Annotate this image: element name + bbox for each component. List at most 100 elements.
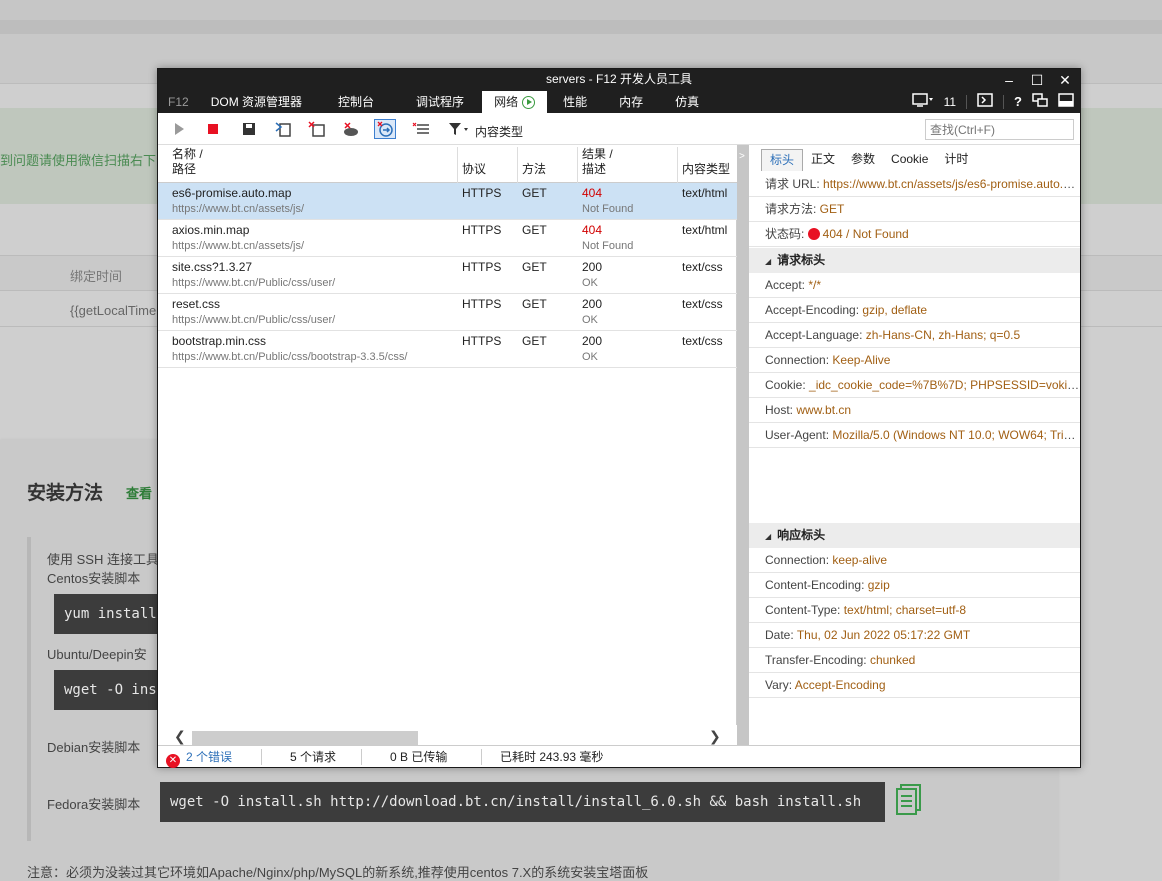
tab-body[interactable]: 正文 bbox=[803, 149, 843, 171]
fedora-command[interactable]: wget -O install.sh http://download.bt.cn… bbox=[160, 782, 885, 822]
bind-time-cell: {{getLocalTime bbox=[70, 303, 157, 318]
tab-headers[interactable]: 标头 bbox=[761, 149, 804, 171]
clear-icon[interactable] bbox=[306, 119, 328, 139]
header-key: Accept-Encoding: bbox=[765, 303, 863, 317]
devtools-window: servers - F12 开发人员工具 – ☐ ✕ F12 DOM 资源管理器… bbox=[157, 68, 1081, 768]
tab-params[interactable]: 参数 bbox=[843, 149, 883, 171]
device-icon[interactable] bbox=[911, 92, 934, 112]
header-row: Transfer-Encoding: chunked bbox=[749, 648, 1080, 673]
tab-timing[interactable]: 计时 bbox=[936, 149, 976, 171]
table-row[interactable]: reset.css https://www.bt.cn/Public/css/us… bbox=[158, 294, 737, 331]
col-protocol-label: 协议 bbox=[462, 162, 487, 176]
pane-splitter[interactable]: > bbox=[737, 145, 749, 745]
response-headers-section[interactable]: ◢ 响应标头 bbox=[749, 523, 1080, 548]
cell-result: 404 Not Found bbox=[582, 223, 676, 253]
copy-icon[interactable] bbox=[896, 784, 922, 816]
request-path: https://www.bt.cn/Public/css/bootstrap-3… bbox=[172, 351, 408, 363]
col-content-type[interactable]: 内容类型 bbox=[678, 147, 737, 183]
request-url-value: https://www.bt.cn/assets/js/es6-promise.… bbox=[823, 177, 1080, 191]
elapsed-time: 已耗时 243.93 毫秒 bbox=[500, 750, 604, 764]
header-row: Host: www.bt.cn bbox=[749, 398, 1080, 423]
tab-f12[interactable]: F12 bbox=[158, 91, 199, 113]
errors-link[interactable]: ✕ 2 个错误 bbox=[166, 746, 232, 768]
cell-result: 200 OK bbox=[582, 260, 676, 290]
request-table: 名称 / 路径 协议 方法 结果 / 描述 内容类型 es6-promise.a… bbox=[158, 145, 737, 745]
details-pane: 标头 正文 参数 Cookie 计时 请求 URL: https://www.b… bbox=[749, 145, 1080, 745]
cell-content-type: text/html bbox=[682, 186, 728, 200]
maximize-button[interactable]: ☐ bbox=[1024, 71, 1050, 89]
tab-emulation[interactable]: 仿真 bbox=[659, 91, 715, 113]
col-protocol[interactable]: 协议 bbox=[458, 147, 518, 183]
col-name[interactable]: 名称 / 路径 bbox=[168, 147, 458, 183]
tab-cookie[interactable]: Cookie bbox=[883, 149, 936, 171]
status-code: 200 bbox=[582, 334, 603, 348]
collapse-icon[interactable]: > bbox=[739, 151, 745, 162]
save-icon[interactable] bbox=[238, 119, 260, 139]
tab-console[interactable]: 控制台 bbox=[314, 91, 398, 113]
clear-cache-icon[interactable] bbox=[340, 119, 362, 139]
header-key: Transfer-Encoding: bbox=[765, 653, 870, 667]
install-left-bar bbox=[27, 537, 31, 841]
cell-method: GET bbox=[522, 260, 547, 274]
tab-memory[interactable]: 内存 bbox=[603, 91, 659, 113]
cell-name: es6-promise.auto.map https://www.bt.cn/as… bbox=[172, 186, 456, 216]
tab-dom-explorer[interactable]: DOM 资源管理器 bbox=[199, 91, 314, 113]
always-refresh-icon[interactable] bbox=[374, 119, 396, 139]
table-row[interactable]: es6-promise.auto.map https://www.bt.cn/as… bbox=[158, 183, 737, 220]
request-name: es6-promise.auto.map bbox=[172, 186, 292, 200]
close-button[interactable]: ✕ bbox=[1052, 71, 1078, 89]
tab-network-label: 网络 bbox=[494, 95, 519, 109]
search-input[interactable] bbox=[925, 119, 1074, 140]
console-icon[interactable] bbox=[977, 92, 993, 112]
horizontal-scrollbar[interactable]: ❮ ❯ bbox=[158, 725, 737, 745]
dock-bottom-icon[interactable] bbox=[1058, 92, 1074, 112]
table-row[interactable]: site.css?1.3.27 https://www.bt.cn/Public/… bbox=[158, 257, 737, 294]
cell-protocol: HTTPS bbox=[462, 186, 502, 200]
tab-debugger[interactable]: 调试程序 bbox=[398, 91, 482, 113]
header-row: User-Agent: Mozilla/5.0 (Windows NT 10.0… bbox=[749, 423, 1080, 448]
install-link[interactable]: 查看 bbox=[126, 483, 152, 502]
ubuntu-command[interactable]: wget -O ins bbox=[54, 670, 158, 710]
scroll-left-icon[interactable]: ❮ bbox=[174, 728, 186, 745]
minimize-button[interactable]: – bbox=[996, 71, 1022, 89]
scroll-right-icon[interactable]: ❯ bbox=[709, 728, 721, 745]
header-value: */* bbox=[808, 278, 822, 292]
table-row[interactable]: bootstrap.min.css https://www.bt.cn/Publi… bbox=[158, 331, 737, 368]
request-path: https://www.bt.cn/Public/css/user/ bbox=[172, 277, 336, 289]
status-text: OK bbox=[582, 314, 598, 326]
content-type-filter[interactable]: 内容类型 bbox=[475, 123, 523, 140]
header-key: Date: bbox=[765, 628, 797, 642]
centos-command[interactable]: yum install bbox=[54, 594, 158, 634]
request-headers-title: 请求标头 bbox=[777, 253, 826, 267]
error-dot-icon bbox=[807, 228, 820, 240]
device-count: 11 bbox=[943, 95, 957, 109]
request-headers-section[interactable]: ◢ 请求标头 bbox=[749, 248, 1080, 273]
filter-icon[interactable] bbox=[446, 119, 472, 139]
details-tabs: 标头 正文 参数 Cookie 计时 bbox=[749, 149, 976, 171]
separator bbox=[261, 749, 262, 765]
tab-network[interactable]: 网络 bbox=[482, 91, 548, 113]
header-key: User-Agent: bbox=[765, 428, 833, 442]
header-row: Connection: keep-alive bbox=[749, 548, 1080, 573]
header-row: Date: Thu, 02 Jun 2022 05:17:22 GMT bbox=[749, 623, 1080, 648]
request-path: https://www.bt.cn/assets/js/ bbox=[172, 240, 305, 252]
header-row: Content-Type: text/html; charset=utf-8 bbox=[749, 598, 1080, 623]
table-row[interactable]: axios.min.map https://www.bt.cn/assets/js… bbox=[158, 220, 737, 257]
cell-content-type: text/css bbox=[682, 297, 723, 311]
scrollbar-thumb[interactable] bbox=[192, 731, 418, 745]
header-value: zh-Hans-CN, zh-Hans; q=0.5 bbox=[865, 328, 1021, 342]
clear-entries-icon[interactable] bbox=[410, 119, 432, 139]
col-method[interactable]: 方法 bbox=[518, 147, 578, 183]
help-button[interactable]: ? bbox=[1014, 93, 1022, 111]
status-code-key: 状态码: bbox=[765, 227, 808, 241]
export-icon[interactable] bbox=[272, 119, 294, 139]
status-code-value: 404 / Not Found bbox=[822, 227, 909, 241]
play-icon[interactable] bbox=[168, 119, 190, 139]
header-key: Connection: bbox=[765, 353, 833, 367]
col-result[interactable]: 结果 / 描述 bbox=[578, 147, 678, 183]
tab-performance[interactable]: 性能 bbox=[547, 91, 603, 113]
cell-result: 200 OK bbox=[582, 297, 676, 327]
stop-icon[interactable] bbox=[202, 119, 224, 139]
undock-icon[interactable] bbox=[1032, 92, 1048, 112]
collapse-triangle-icon: ◢ bbox=[765, 257, 772, 266]
